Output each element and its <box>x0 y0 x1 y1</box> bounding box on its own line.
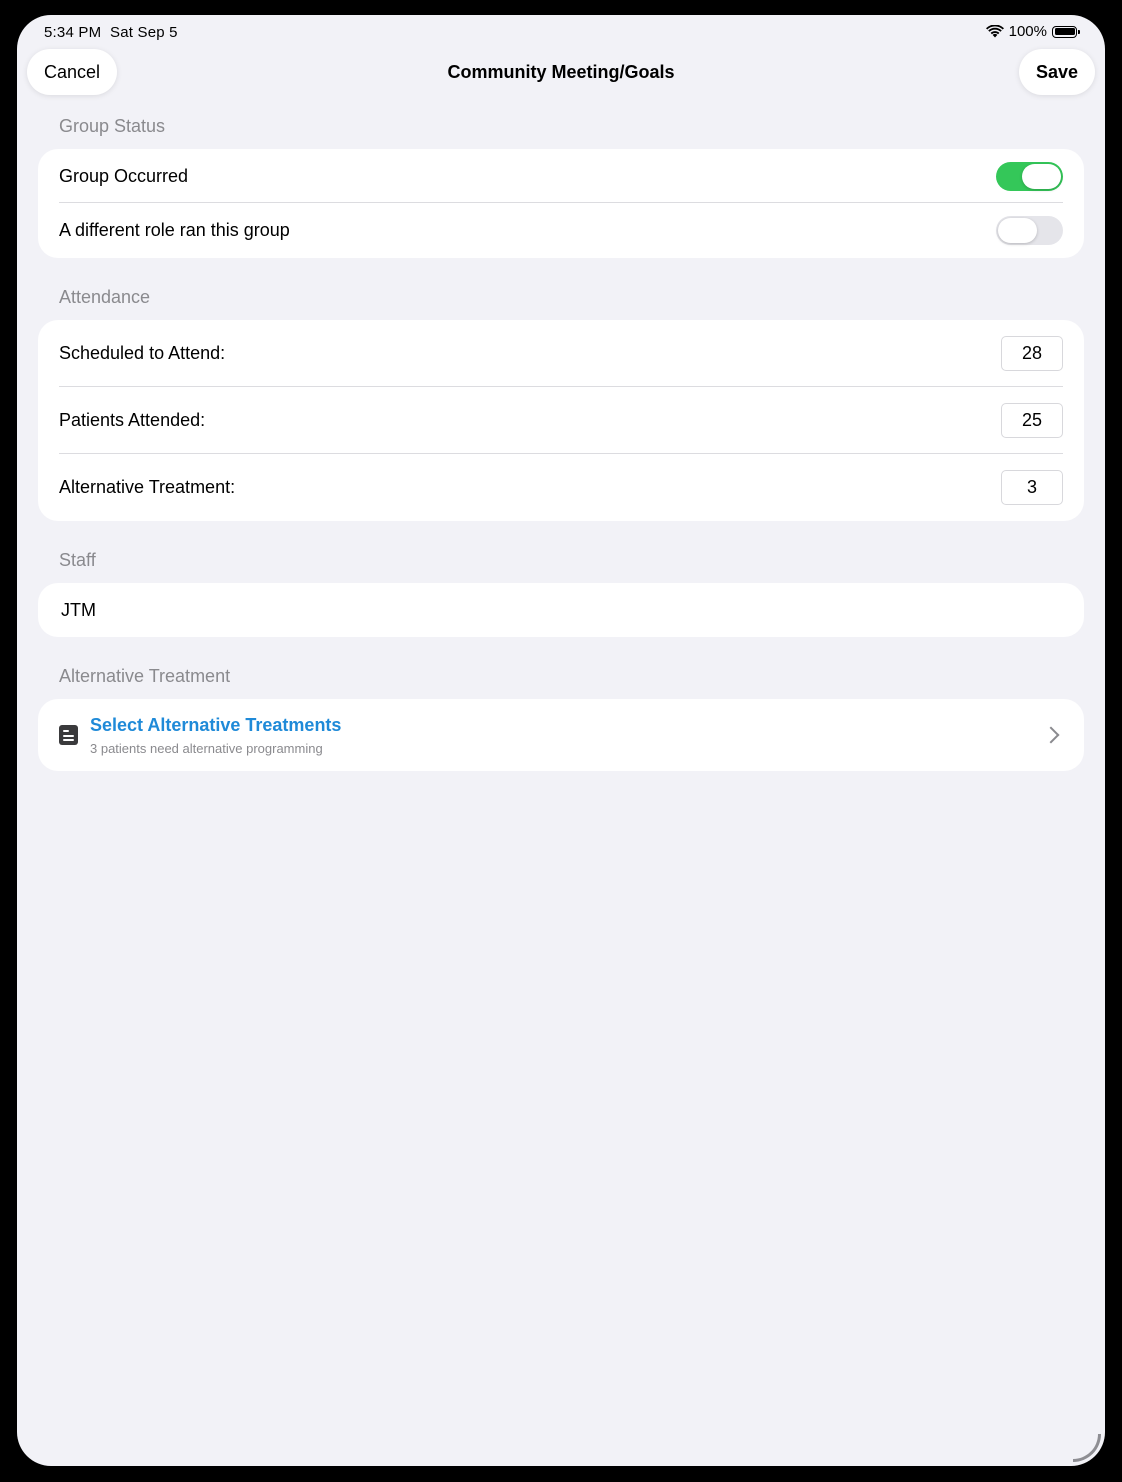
alternative-treatment-card: Select Alternative Treatments 3 patients… <box>38 699 1084 771</box>
wifi-icon <box>985 25 1004 38</box>
alternative-count-row: Alternative Treatment: <box>38 454 1084 521</box>
save-button[interactable]: Save <box>1018 49 1095 95</box>
staff-row <box>38 583 1084 637</box>
device-screen: 5:34 PM Sat Sep 5 100% Cancel Community … <box>17 15 1105 1466</box>
group-status-card: Group Occurred A different role ran this… <box>38 149 1084 258</box>
alternative-treatment-text: Select Alternative Treatments 3 patients… <box>90 715 1045 756</box>
section-header-staff: Staff <box>59 550 96 570</box>
status-right: 100% <box>985 23 1080 40</box>
status-time-date: 5:34 PM Sat Sep 5 <box>44 24 178 41</box>
attended-row: Patients Attended: <box>38 387 1084 454</box>
section-header-attendance: Attendance <box>59 287 151 307</box>
chevron-right-icon <box>1042 726 1060 744</box>
scheduled-row: Scheduled to Attend: <box>38 320 1084 387</box>
scheduled-input[interactable] <box>1001 336 1063 371</box>
alternative-treatment-subtitle: 3 patients need alternative programming <box>90 740 323 756</box>
attended-input[interactable] <box>1001 403 1063 438</box>
page-title: Community Meeting/Goals <box>447 62 675 82</box>
alternative-count-label: Alternative Treatment: <box>59 477 236 497</box>
select-alternative-treatments-row[interactable]: Select Alternative Treatments 3 patients… <box>38 699 1084 771</box>
list-icon <box>59 725 78 745</box>
scheduled-label: Scheduled to Attend: <box>59 343 226 363</box>
different-role-row: A different role ran this group <box>38 203 1084 258</box>
staff-card <box>38 583 1084 637</box>
alternative-count-input[interactable] <box>1001 470 1063 505</box>
battery-percent: 100% <box>1008 23 1047 40</box>
section-header-group-status: Group Status <box>59 116 166 136</box>
staff-input[interactable] <box>59 598 1063 622</box>
status-time: 5:34 PM <box>44 24 102 41</box>
attended-label: Patients Attended: <box>59 410 206 430</box>
battery-icon <box>1052 25 1080 38</box>
select-alternative-treatments-link[interactable]: Select Alternative Treatments <box>90 715 1045 736</box>
section-header-alternative-treatment: Alternative Treatment <box>59 666 231 686</box>
nav-bar: Cancel Community Meeting/Goals Save <box>17 49 1105 95</box>
status-date: Sat Sep 5 <box>110 24 178 41</box>
different-role-label: A different role ran this group <box>59 220 290 240</box>
group-occurred-toggle[interactable] <box>996 161 1063 191</box>
different-role-toggle[interactable] <box>996 216 1063 245</box>
resize-handle-icon[interactable] <box>1073 1434 1101 1462</box>
group-occurred-label: Group Occurred <box>59 165 189 186</box>
status-bar: 5:34 PM Sat Sep 5 100% <box>17 15 1105 49</box>
group-occurred-row: Group Occurred <box>38 149 1084 203</box>
attendance-card: Scheduled to Attend: Patients Attended: … <box>38 320 1084 521</box>
